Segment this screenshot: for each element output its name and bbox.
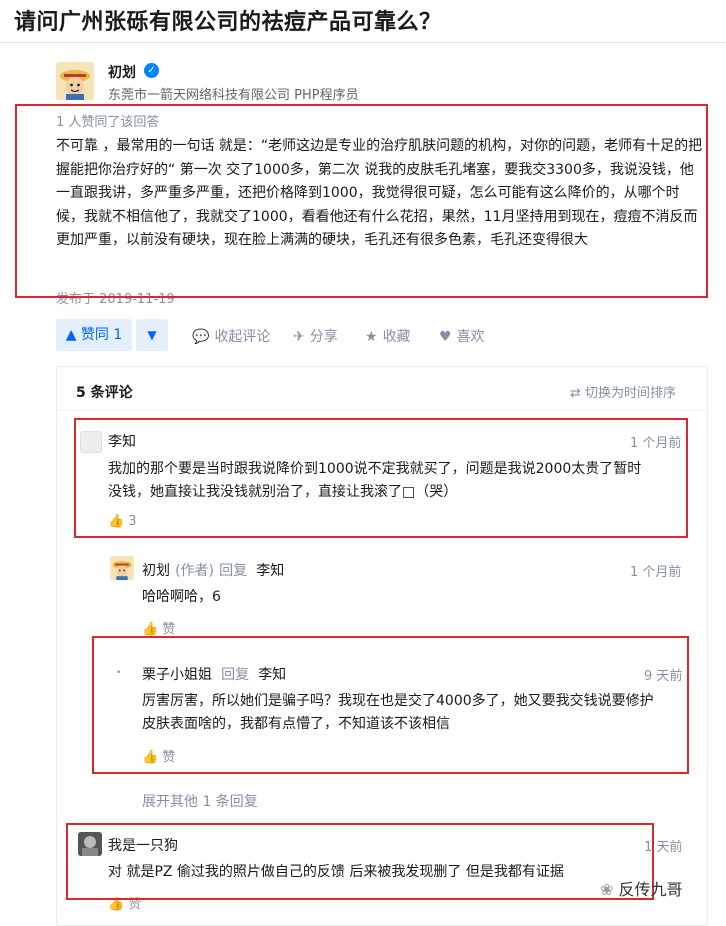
share-icon: ✈ xyxy=(293,329,305,345)
question-title[interactable]: 请问广州张砾有限公司的祛痘产品可靠么？ xyxy=(14,4,442,36)
highlight-box-comment-3 xyxy=(92,636,689,774)
comment-like-button[interactable]: 👍 赞 xyxy=(142,618,175,637)
reply-header: 初划 (作者) 回复 李知 xyxy=(142,560,284,580)
expand-replies-link[interactable]: 展开其他 1 条回复 xyxy=(142,791,258,811)
heart-icon: ♥ xyxy=(439,329,452,345)
favorite-button[interactable]: ★ 收藏 xyxy=(365,326,411,346)
watermark: ❀ 反传九哥 xyxy=(600,880,683,899)
comment-icon: 💬 xyxy=(192,329,210,345)
downvote-button[interactable]: ▼ xyxy=(136,319,168,351)
sort-toggle[interactable]: ⇄ 切换为时间排序 xyxy=(570,382,676,401)
verified-badge-icon: ✓ xyxy=(144,63,159,78)
wechat-icon: ❀ xyxy=(600,880,619,899)
author-tag: (作者) xyxy=(175,563,215,579)
reply-target[interactable]: 李知 xyxy=(256,563,284,579)
comments-header-divider xyxy=(57,410,707,411)
comment-text: 哈哈啊哈，6 xyxy=(142,589,221,605)
swap-icon: ⇄ xyxy=(570,386,586,401)
comment-author[interactable]: 初划 xyxy=(142,563,170,579)
comments-count: 5 条评论 xyxy=(76,385,133,401)
highlight-box-comment-4 xyxy=(66,823,654,900)
share-button[interactable]: ✈ 分享 xyxy=(293,326,338,346)
thumbs-up-icon: 👍 xyxy=(142,622,159,637)
upvote-button[interactable]: ▲ 赞同 1 xyxy=(56,319,132,351)
author-name[interactable]: 初划 xyxy=(108,62,136,82)
author-bio: 东莞市一箭天网络科技有限公司 PHP程序员 xyxy=(108,88,359,103)
comment-time: 1 个月前 xyxy=(630,565,682,580)
highlight-box-answer xyxy=(15,104,708,298)
highlight-box-comment-1 xyxy=(74,418,688,538)
header-divider xyxy=(0,42,726,43)
collapse-comments-button[interactable]: 💬 收起评论 xyxy=(192,326,270,346)
like-button[interactable]: ♥ 喜欢 xyxy=(439,326,485,346)
comment-avatar[interactable] xyxy=(110,556,134,580)
star-icon: ★ xyxy=(365,329,378,345)
author-avatar[interactable] xyxy=(56,62,94,100)
reply-label: 回复 xyxy=(219,563,248,579)
